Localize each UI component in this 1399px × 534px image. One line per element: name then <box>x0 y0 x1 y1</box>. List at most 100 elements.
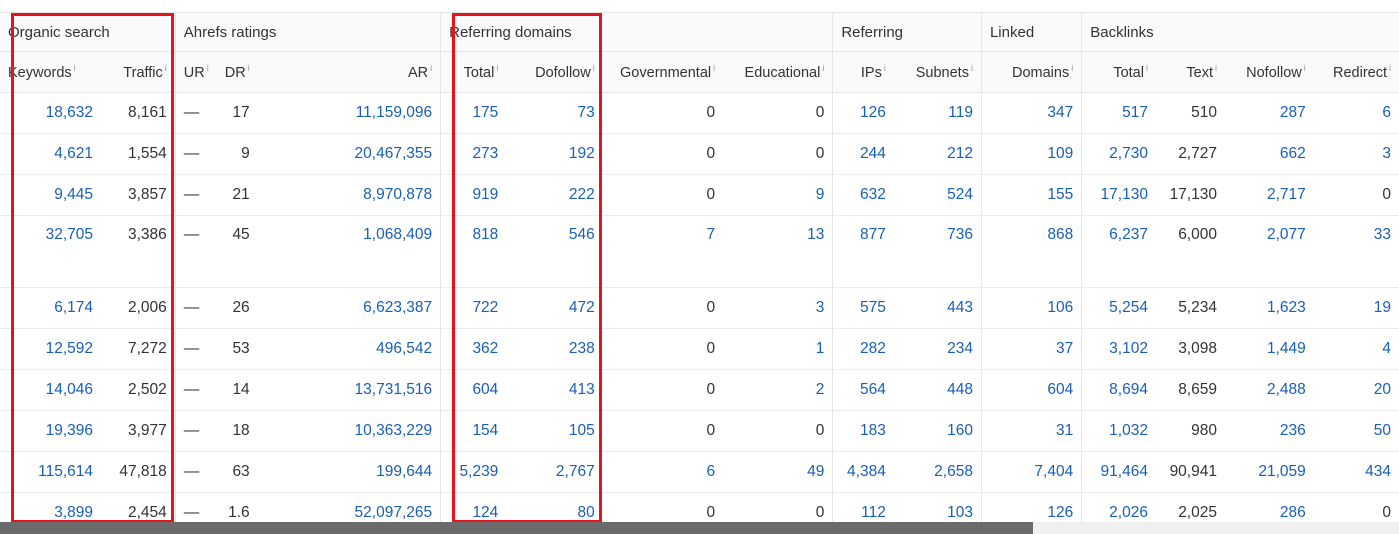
cell-domains[interactable]: 604 <box>980 369 1082 411</box>
cell-ar[interactable]: 496,542 <box>257 328 441 370</box>
cell-keywords[interactable]: 12,592 <box>0 328 102 370</box>
cell-redirect[interactable]: 20 <box>1313 369 1399 411</box>
column-header-total[interactable]: Total i <box>440 51 507 93</box>
cell-domains[interactable]: 106 <box>980 287 1082 329</box>
column-header-ips[interactable]: IPs i <box>832 51 894 93</box>
cell-keywords[interactable]: 32,705 <box>0 215 102 288</box>
cell-nofollow[interactable]: 1,623 <box>1224 287 1314 329</box>
column-header-text[interactable]: Text i <box>1155 51 1225 93</box>
column-header-redirect[interactable]: Redirect i <box>1313 51 1399 93</box>
cell-nofollow[interactable]: 236 <box>1224 410 1314 452</box>
column-header-domains[interactable]: Domains i <box>980 51 1082 93</box>
cell-keywords[interactable]: 6,174 <box>0 287 102 329</box>
info-icon[interactable]: i <box>884 63 886 73</box>
cell-redirect[interactable]: 434 <box>1313 451 1399 493</box>
info-icon[interactable]: i <box>430 63 432 73</box>
info-icon[interactable]: i <box>1389 63 1391 73</box>
cell-dofollow[interactable]: 546 <box>506 215 603 288</box>
info-icon[interactable]: i <box>496 63 498 73</box>
cell-ar[interactable]: 6,623,387 <box>257 287 441 329</box>
cell-domains[interactable]: 31 <box>980 410 1082 452</box>
cell-governmental[interactable]: 6 <box>602 451 724 493</box>
cell-nofollow[interactable]: 2,077 <box>1224 215 1314 288</box>
cell-ips[interactable]: 126 <box>832 92 894 134</box>
cell-dofollow[interactable]: 238 <box>506 328 603 370</box>
column-header-dofollow[interactable]: Dofollow i <box>506 51 603 93</box>
cell-dofollow[interactable]: 192 <box>506 133 603 175</box>
info-icon[interactable]: i <box>822 63 824 73</box>
cell-domains[interactable]: 37 <box>980 328 1082 370</box>
column-header-ar[interactable]: AR i <box>257 51 441 93</box>
cell-total[interactable]: 818 <box>440 215 507 288</box>
cell-nofollow[interactable]: 2,717 <box>1224 174 1314 216</box>
cell-redirect[interactable]: 33 <box>1313 215 1399 288</box>
cell-bl-total[interactable]: 2,730 <box>1081 133 1156 175</box>
cell-educational[interactable]: 49 <box>723 451 833 493</box>
cell-ar[interactable]: 199,644 <box>257 451 441 493</box>
cell-bl-total[interactable]: 8,694 <box>1081 369 1156 411</box>
cell-nofollow[interactable]: 662 <box>1224 133 1314 175</box>
cell-subnets[interactable]: 448 <box>893 369 982 411</box>
info-icon[interactable]: i <box>74 63 76 73</box>
cell-bl-total[interactable]: 5,254 <box>1081 287 1156 329</box>
cell-total[interactable]: 154 <box>440 410 507 452</box>
cell-ar[interactable]: 10,363,229 <box>257 410 441 452</box>
cell-total[interactable]: 604 <box>440 369 507 411</box>
column-header-keywords[interactable]: Keywords i <box>0 51 102 93</box>
cell-redirect[interactable]: 6 <box>1313 92 1399 134</box>
cell-nofollow[interactable]: 2,488 <box>1224 369 1314 411</box>
cell-domains[interactable]: 155 <box>980 174 1082 216</box>
cell-ips[interactable]: 632 <box>832 174 894 216</box>
cell-ar[interactable]: 13,731,516 <box>257 369 441 411</box>
cell-bl-total[interactable]: 1,032 <box>1081 410 1156 452</box>
info-icon[interactable]: i <box>1215 63 1217 73</box>
cell-bl-total[interactable]: 517 <box>1081 92 1156 134</box>
cell-educational[interactable]: 2 <box>723 369 833 411</box>
info-icon[interactable]: i <box>713 63 715 73</box>
cell-keywords[interactable]: 4,621 <box>0 133 102 175</box>
cell-keywords[interactable]: 14,046 <box>0 369 102 411</box>
horizontal-scrollbar-thumb[interactable] <box>0 522 1033 534</box>
cell-ips[interactable]: 564 <box>832 369 894 411</box>
column-header-nofollow[interactable]: Nofollow i <box>1224 51 1314 93</box>
column-header-traffic[interactable]: Traffic i <box>101 51 176 93</box>
info-icon[interactable]: i <box>248 63 250 73</box>
cell-nofollow[interactable]: 1,449 <box>1224 328 1314 370</box>
cell-ar[interactable]: 8,970,878 <box>257 174 441 216</box>
cell-nofollow[interactable]: 21,059 <box>1224 451 1314 493</box>
info-icon[interactable]: i <box>1146 63 1148 73</box>
info-icon[interactable]: i <box>165 63 167 73</box>
cell-total[interactable]: 722 <box>440 287 507 329</box>
cell-subnets[interactable]: 443 <box>893 287 982 329</box>
cell-governmental[interactable]: 7 <box>602 215 724 288</box>
cell-bl-total[interactable]: 17,130 <box>1081 174 1156 216</box>
column-header-dr[interactable]: DR i <box>216 51 258 93</box>
cell-ips[interactable]: 183 <box>832 410 894 452</box>
cell-domains[interactable]: 868 <box>980 215 1082 288</box>
cell-ar[interactable]: 11,159,096 <box>257 92 441 134</box>
cell-dofollow[interactable]: 105 <box>506 410 603 452</box>
cell-ips[interactable]: 877 <box>832 215 894 288</box>
cell-ips[interactable]: 282 <box>832 328 894 370</box>
cell-subnets[interactable]: 212 <box>893 133 982 175</box>
cell-subnets[interactable]: 119 <box>893 92 982 134</box>
cell-redirect[interactable]: 19 <box>1313 287 1399 329</box>
info-icon[interactable]: i <box>207 63 209 73</box>
cell-redirect[interactable]: 3 <box>1313 133 1399 175</box>
cell-total[interactable]: 175 <box>440 92 507 134</box>
cell-ips[interactable]: 4,384 <box>832 451 894 493</box>
cell-dofollow[interactable]: 222 <box>506 174 603 216</box>
cell-keywords[interactable]: 18,632 <box>0 92 102 134</box>
cell-bl-total[interactable]: 6,237 <box>1081 215 1156 288</box>
cell-dofollow[interactable]: 73 <box>506 92 603 134</box>
column-header-ur[interactable]: UR i <box>174 51 217 93</box>
cell-subnets[interactable]: 524 <box>893 174 982 216</box>
info-icon[interactable]: i <box>1071 63 1073 73</box>
cell-subnets[interactable]: 160 <box>893 410 982 452</box>
cell-educational[interactable]: 1 <box>723 328 833 370</box>
cell-bl-total[interactable]: 91,464 <box>1081 451 1156 493</box>
cell-subnets[interactable]: 736 <box>893 215 982 288</box>
cell-domains[interactable]: 347 <box>980 92 1082 134</box>
cell-dofollow[interactable]: 472 <box>506 287 603 329</box>
cell-nofollow[interactable]: 287 <box>1224 92 1314 134</box>
